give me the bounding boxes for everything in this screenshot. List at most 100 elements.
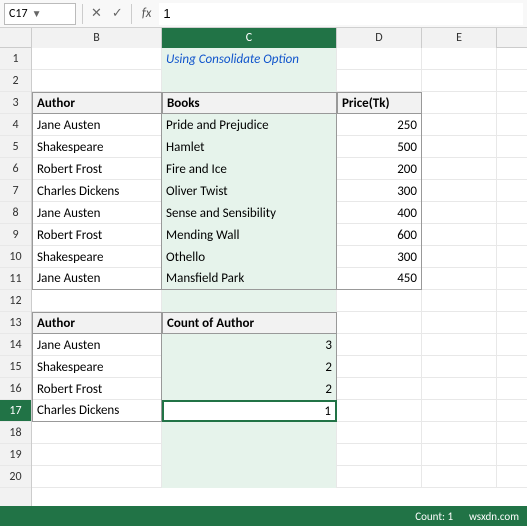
cell-c3-header[interactable]: Books (162, 92, 337, 114)
cell-b9[interactable]: Robert Frost (32, 224, 162, 246)
cell-c19[interactable] (162, 444, 337, 466)
cell-d20[interactable] (337, 466, 422, 488)
cell-e5[interactable] (422, 136, 497, 158)
cell-c9[interactable]: Mending Wall (162, 224, 337, 246)
cell-c2[interactable] (162, 70, 337, 92)
cell-e13[interactable] (422, 312, 497, 334)
cell-c6[interactable]: Fire and Ice (162, 158, 337, 180)
row-num-8[interactable]: 8 (0, 202, 31, 224)
cell-b11[interactable]: Jane Austen (32, 268, 162, 290)
cell-d12[interactable] (337, 290, 422, 312)
row-num-4[interactable]: 4 (0, 114, 31, 136)
row-num-11[interactable]: 11 (0, 268, 31, 290)
cell-c17[interactable]: 1 (162, 400, 337, 422)
row-num-1[interactable]: 1 (0, 48, 31, 70)
cell-b14[interactable]: Jane Austen (32, 334, 162, 356)
cell-d18[interactable] (337, 422, 422, 444)
cell-e7[interactable] (422, 180, 497, 202)
cell-b4[interactable]: Jane Austen (32, 114, 162, 136)
cell-d8[interactable]: 400 (337, 202, 422, 224)
cell-b8[interactable]: Jane Austen (32, 202, 162, 224)
cell-d2[interactable] (337, 70, 422, 92)
cancel-icon[interactable]: ✕ (89, 6, 104, 21)
cell-c11[interactable]: Mansfield Park (162, 268, 337, 290)
cell-e18[interactable] (422, 422, 497, 444)
cell-d9[interactable]: 600 (337, 224, 422, 246)
row-num-15[interactable]: 15 (0, 356, 31, 378)
cell-d16[interactable] (337, 378, 422, 400)
cell-d6[interactable]: 200 (337, 158, 422, 180)
cell-d17[interactable] (337, 400, 422, 422)
cell-c14[interactable]: 3 (162, 334, 337, 356)
cell-e6[interactable] (422, 158, 497, 180)
cell-b5[interactable]: Shakespeare (32, 136, 162, 158)
cell-e17[interactable] (422, 400, 497, 422)
cell-e3[interactable] (422, 92, 497, 114)
cell-c4[interactable]: Pride and Prejudice (162, 114, 337, 136)
cell-d10[interactable]: 300 (337, 246, 422, 268)
cell-e9[interactable] (422, 224, 497, 246)
cell-e2[interactable] (422, 70, 497, 92)
cell-e11[interactable] (422, 268, 497, 290)
cell-d5[interactable]: 500 (337, 136, 422, 158)
row-num-17[interactable]: 17 (0, 400, 31, 422)
cell-c16[interactable]: 2 (162, 378, 337, 400)
cell-e10[interactable] (422, 246, 497, 268)
cell-d1[interactable] (337, 48, 422, 70)
cell-e14[interactable] (422, 334, 497, 356)
col-header-c[interactable]: C (162, 28, 337, 48)
cell-d4[interactable]: 250 (337, 114, 422, 136)
cell-e15[interactable] (422, 356, 497, 378)
cell-b18[interactable] (32, 422, 162, 444)
cell-c5[interactable]: Hamlet (162, 136, 337, 158)
cell-b13-header[interactable]: Author (32, 312, 162, 334)
cell-d19[interactable] (337, 444, 422, 466)
cell-b19[interactable] (32, 444, 162, 466)
cell-d3-header[interactable]: Price(Tk) (337, 92, 422, 114)
col-header-d[interactable]: D (337, 28, 422, 48)
cell-e19[interactable] (422, 444, 497, 466)
cell-c8[interactable]: Sense and Sensibility (162, 202, 337, 224)
row-num-3[interactable]: 3 (0, 92, 31, 114)
row-num-10[interactable]: 10 (0, 246, 31, 268)
cell-e12[interactable] (422, 290, 497, 312)
cell-c20[interactable] (162, 466, 337, 488)
cell-b3-header[interactable]: Author (32, 92, 162, 114)
row-num-19[interactable]: 19 (0, 444, 31, 466)
cell-b12[interactable] (32, 290, 162, 312)
row-num-16[interactable]: 16 (0, 378, 31, 400)
row-num-13[interactable]: 13 (0, 312, 31, 334)
row-num-2[interactable]: 2 (0, 70, 31, 92)
row-num-18[interactable]: 18 (0, 422, 31, 444)
confirm-icon[interactable]: ✓ (110, 6, 125, 21)
col-header-b[interactable]: B (32, 28, 162, 48)
row-num-14[interactable]: 14 (0, 334, 31, 356)
cell-b2[interactable] (32, 70, 162, 92)
cell-d14[interactable] (337, 334, 422, 356)
row-num-9[interactable]: 9 (0, 224, 31, 246)
cell-b1[interactable] (32, 48, 162, 70)
cell-b16[interactable]: Robert Frost (32, 378, 162, 400)
cell-e20[interactable] (422, 466, 497, 488)
cell-c15[interactable]: 2 (162, 356, 337, 378)
cell-b20[interactable] (32, 466, 162, 488)
cell-d7[interactable]: 300 (337, 180, 422, 202)
cell-e1[interactable] (422, 48, 497, 70)
cell-reference-box[interactable]: C17 ▼ (4, 3, 76, 25)
cell-c13-header[interactable]: Count of Author (162, 312, 337, 334)
cell-e8[interactable] (422, 202, 497, 224)
cell-c18[interactable] (162, 422, 337, 444)
cell-b6[interactable]: Robert Frost (32, 158, 162, 180)
col-header-e[interactable]: E (422, 28, 497, 48)
cell-d11[interactable]: 450 (337, 268, 422, 290)
row-num-7[interactable]: 7 (0, 180, 31, 202)
row-num-12[interactable]: 12 (0, 290, 31, 312)
row-num-20[interactable]: 20 (0, 466, 31, 488)
cell-e4[interactable] (422, 114, 497, 136)
row-num-6[interactable]: 6 (0, 158, 31, 180)
cell-c12[interactable] (162, 290, 337, 312)
cell-e16[interactable] (422, 378, 497, 400)
cell-c7[interactable]: Oliver Twist (162, 180, 337, 202)
formula-input[interactable] (159, 3, 523, 25)
cell-b17[interactable]: Charles Dickens (32, 400, 162, 422)
